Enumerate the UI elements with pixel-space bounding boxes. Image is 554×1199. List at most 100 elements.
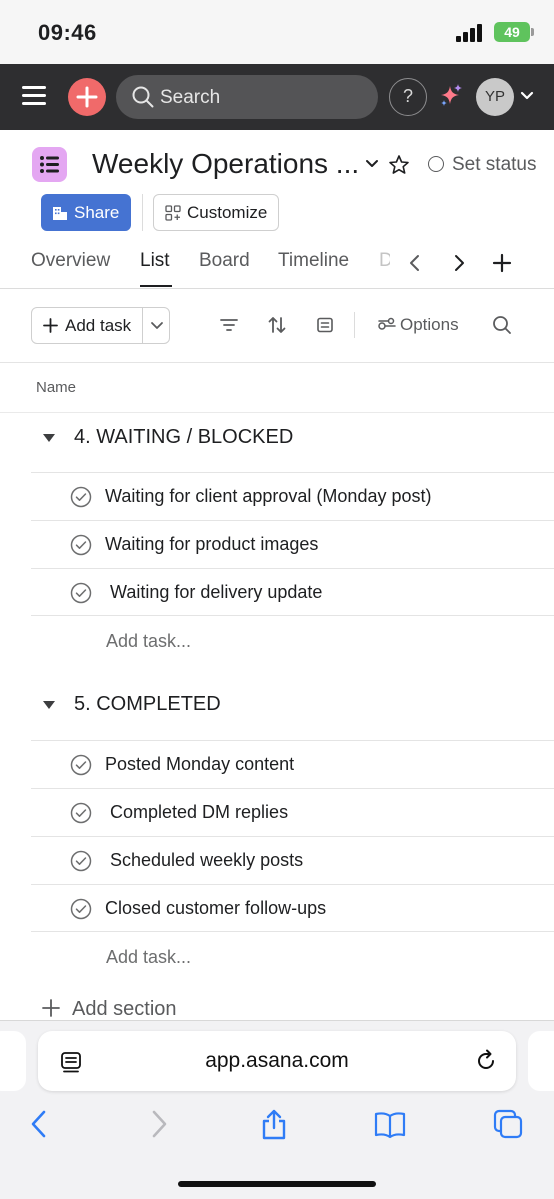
task-row[interactable]: Completed DM replies (31, 788, 554, 836)
check-circle-icon[interactable] (70, 534, 92, 556)
task-row[interactable]: Scheduled weekly posts (31, 836, 554, 884)
group-icon[interactable] (315, 315, 335, 335)
caret-down-icon[interactable] (41, 700, 57, 710)
task-row[interactable]: Waiting for product images (31, 520, 554, 568)
task-row[interactable]: Closed customer follow-ups (31, 884, 554, 932)
help-button[interactable]: ? (389, 78, 427, 116)
add-section-label: Add section (72, 998, 177, 1020)
chevron-right-icon[interactable] (450, 254, 468, 272)
tab-board[interactable]: Board (199, 250, 250, 272)
battery-tip (531, 28, 534, 36)
section-header[interactable]: 5. COMPLETED (0, 686, 554, 726)
options-icon (378, 317, 396, 330)
url-text[interactable]: app.asana.com (38, 1049, 516, 1073)
add-tab-icon[interactable] (492, 253, 512, 273)
page-title: Weekly Operations ... (92, 148, 360, 179)
check-circle-icon[interactable] (70, 486, 92, 508)
chevron-left-icon[interactable] (406, 254, 424, 272)
search-input[interactable]: Search (116, 75, 378, 119)
check-circle-icon[interactable] (70, 582, 92, 604)
tabs-divider (0, 288, 554, 289)
options-button[interactable]: Options (378, 315, 459, 335)
search-icon[interactable] (492, 315, 512, 335)
search-placeholder: Search (160, 87, 221, 108)
filter-icon[interactable] (219, 315, 239, 335)
toolbar-divider (354, 312, 355, 338)
tabs-icon[interactable] (492, 1108, 524, 1140)
battery-level: 49 (504, 24, 520, 40)
chevron-down-icon[interactable] (520, 90, 534, 102)
add-section-button[interactable]: Add section (42, 998, 177, 1021)
address-bar[interactable]: app.asana.com (38, 1031, 516, 1091)
chevron-down-icon[interactable] (150, 320, 164, 331)
signal-icon (456, 24, 484, 42)
set-status-label: Set status (452, 154, 537, 175)
search-icon (132, 86, 154, 108)
status-time: 09:46 (38, 20, 97, 45)
task-name[interactable]: Waiting for delivery update (105, 582, 322, 603)
toolbar-bottom-divider (0, 362, 554, 363)
building-icon (53, 207, 67, 220)
task-name[interactable]: Waiting for product images (105, 534, 318, 555)
tab-dashboard[interactable]: D (379, 250, 390, 272)
reload-icon[interactable] (474, 1049, 498, 1073)
add-task-link[interactable]: Add task... (106, 947, 191, 968)
task-name[interactable]: Scheduled weekly posts (105, 850, 303, 871)
task-name[interactable]: Closed customer follow-ups (105, 898, 326, 919)
home-indicator (178, 1181, 376, 1187)
check-circle-icon[interactable] (70, 802, 92, 824)
status-bar: 09:46 49 (0, 0, 554, 64)
status-circle-icon (428, 156, 444, 172)
add-task-label: Add task (65, 316, 132, 335)
tab-list[interactable]: List (140, 250, 170, 272)
next-tab-card[interactable] (528, 1031, 554, 1091)
battery-icon: 49 (494, 22, 530, 42)
hamburger-icon[interactable] (22, 86, 46, 106)
view-tabs: Overview List Board Timeline D (0, 242, 554, 288)
sparkle-icon[interactable] (437, 82, 465, 110)
avatar[interactable]: YP (476, 78, 514, 116)
forward-icon[interactable] (142, 1108, 174, 1140)
add-task-button[interactable]: Add task (31, 307, 170, 344)
prev-tab-card[interactable] (0, 1031, 26, 1091)
share-icon[interactable] (258, 1108, 290, 1140)
sort-icon[interactable] (267, 315, 287, 335)
tab-overview[interactable]: Overview (31, 250, 110, 272)
customize-button[interactable]: Customize (153, 194, 279, 231)
tab-timeline[interactable]: Timeline (278, 250, 349, 272)
back-icon[interactable] (24, 1108, 56, 1140)
plus-icon (76, 86, 98, 108)
project-list-icon (32, 147, 67, 182)
create-button[interactable] (68, 78, 106, 116)
options-label: Options (400, 315, 459, 334)
set-status-button[interactable]: Set status (428, 154, 537, 176)
column-divider (0, 412, 554, 413)
check-circle-icon[interactable] (70, 754, 92, 776)
task-name[interactable]: Posted Monday content (105, 754, 294, 775)
plus-icon (42, 999, 60, 1017)
task-row[interactable]: Posted Monday content (31, 740, 554, 788)
section-title: 4. WAITING / BLOCKED (74, 426, 294, 448)
check-circle-icon[interactable] (70, 898, 92, 920)
bookmarks-icon[interactable] (374, 1108, 406, 1140)
task-row[interactable]: Waiting for delivery update (31, 568, 554, 616)
chevron-down-icon[interactable] (364, 158, 380, 170)
app-topbar: Search ? YP (0, 64, 554, 130)
share-label: Share (74, 203, 120, 222)
star-icon[interactable] (388, 154, 410, 176)
active-tab-indicator (140, 285, 172, 287)
check-circle-icon[interactable] (70, 850, 92, 872)
add-task-link[interactable]: Add task... (106, 631, 191, 652)
header-divider (142, 194, 143, 231)
caret-down-icon[interactable] (41, 433, 57, 443)
customize-label: Customize (187, 203, 268, 222)
share-button[interactable]: Share (41, 194, 131, 231)
section-header[interactable]: 4. WAITING / BLOCKED (0, 419, 554, 459)
add-task-divider (142, 308, 143, 343)
section-title: 5. COMPLETED (74, 693, 221, 715)
task-name[interactable]: Completed DM replies (105, 802, 288, 823)
task-row[interactable]: Waiting for client approval (Monday post… (31, 472, 554, 520)
column-header-name[interactable]: Name (36, 379, 76, 396)
task-name[interactable]: Waiting for client approval (Monday post… (105, 486, 431, 507)
customize-icon (165, 205, 181, 221)
